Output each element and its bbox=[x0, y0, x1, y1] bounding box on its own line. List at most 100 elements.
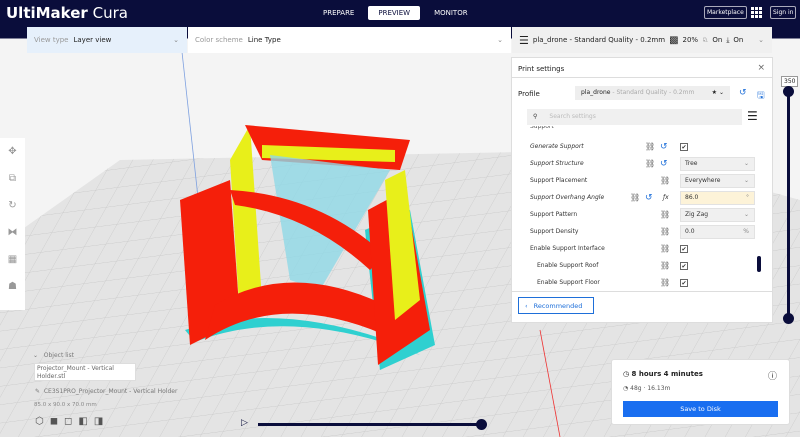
playback-handle[interactable] bbox=[476, 419, 487, 430]
category-header[interactable]: Support bbox=[530, 126, 554, 130]
per-model-settings-icon[interactable]: ▦ bbox=[0, 246, 25, 273]
setting-row: Support Structure ⛓ ↺ Tree ⌄ bbox=[530, 155, 755, 172]
mirror-icon[interactable]: ⧓ bbox=[0, 219, 25, 246]
setting-row: Generate Support ⛓ ↺ ✔ bbox=[530, 138, 755, 155]
top-view-icon[interactable]: ◻ bbox=[64, 416, 72, 427]
search-settings-input[interactable]: ⚲ Search settings bbox=[527, 109, 742, 125]
setting-row: Enable Support Roof ⛓ ✔ bbox=[530, 257, 755, 274]
setting-checkbox[interactable]: ✔ bbox=[680, 244, 688, 253]
left-view-icon[interactable]: ◧ bbox=[78, 416, 87, 427]
layer-slider-track[interactable] bbox=[787, 91, 790, 318]
app-header: UltiMaker Cura PREPARE PREVIEW MONITOR M… bbox=[0, 0, 800, 25]
info-icon[interactable]: ⓘ bbox=[768, 369, 777, 382]
profile-select[interactable]: pla_drone - Standard Quality - 0.2mm ★ ⌄ bbox=[575, 86, 730, 100]
chevron-down-icon: ⌄ bbox=[743, 160, 749, 167]
scale-icon[interactable]: ⧉ bbox=[0, 165, 25, 192]
settings-menu-icon[interactable]: ☰ bbox=[747, 109, 758, 123]
infill-icon: ▩ bbox=[669, 34, 679, 46]
setting-select[interactable]: Zig Zag ⌄ bbox=[680, 207, 755, 222]
link-icon[interactable]: ⛓ bbox=[660, 210, 670, 219]
search-icon: ⚲ bbox=[533, 113, 538, 120]
layer-slider-upper-handle[interactable] bbox=[783, 86, 794, 97]
setting-label: Support Overhang Angle bbox=[530, 194, 605, 201]
object-name[interactable]: ✎ CE3S1PRO_Projector_Mount - Vertical Ho… bbox=[35, 388, 177, 395]
tab-preview[interactable]: PREVIEW bbox=[368, 6, 421, 20]
save-to-disk-button[interactable]: Save to Disk bbox=[623, 401, 778, 417]
move-icon[interactable]: ✥ bbox=[0, 138, 25, 165]
setting-checkbox[interactable]: ✔ bbox=[680, 142, 688, 151]
apps-grid-icon[interactable] bbox=[751, 7, 762, 18]
setting-checkbox[interactable]: ✔ bbox=[680, 278, 688, 287]
setting-label: Generate Support bbox=[530, 143, 584, 150]
reset-profile-icon[interactable]: ↺ bbox=[739, 88, 747, 98]
tab-prepare[interactable]: PREPARE bbox=[313, 6, 364, 20]
marketplace-button[interactable]: Marketplace bbox=[704, 6, 747, 19]
setting-text[interactable]: 0.0% bbox=[680, 224, 755, 239]
link-icon[interactable]: ⛓ bbox=[660, 278, 670, 287]
profile-label: Profile bbox=[518, 90, 540, 98]
reset-icon[interactable]: ↺ bbox=[660, 159, 668, 169]
setting-label: Enable Support Interface bbox=[530, 245, 605, 252]
link-icon[interactable]: ⛓ bbox=[660, 176, 670, 185]
clock-icon: ◷ bbox=[623, 370, 630, 378]
setting-checkbox[interactable]: ✔ bbox=[680, 261, 688, 270]
print-settings-panel: Print settings × Profile pla_drone - Sta… bbox=[511, 57, 773, 323]
setting-row: Support Placement ⛓ Everywhere ⌄ bbox=[530, 172, 755, 189]
setting-label: Support Placement bbox=[530, 177, 588, 184]
link-icon[interactable]: ⛓ bbox=[645, 159, 655, 168]
material-usage: ◔ 48g · 16.13m bbox=[623, 385, 671, 392]
tab-monitor[interactable]: MONITOR bbox=[424, 6, 478, 20]
setting-select[interactable]: Tree ⌄ bbox=[680, 156, 755, 171]
front-view-icon[interactable]: ◼ bbox=[50, 416, 58, 427]
unit-label: % bbox=[743, 228, 749, 235]
link-icon[interactable]: ⛓ bbox=[645, 142, 655, 151]
reset-icon[interactable]: ↺ bbox=[660, 142, 668, 152]
support-blocker-icon[interactable]: ☗ bbox=[0, 273, 25, 300]
3d-view-icon[interactable]: ⬡ bbox=[35, 416, 44, 427]
print-setup-selector[interactable]: ☰ pla_drone - Standard Quality - 0.2mm ▩… bbox=[512, 27, 772, 53]
unit-label: ° bbox=[746, 194, 749, 201]
sign-in-button[interactable]: Sign in bbox=[770, 6, 797, 19]
function-icon[interactable]: ƒx bbox=[663, 194, 669, 201]
save-profile-icon[interactable]: 🖫 bbox=[757, 88, 765, 104]
print-time: ◷ 8 hours 4 minutes bbox=[623, 370, 703, 378]
edit-icon: ✎ bbox=[35, 388, 41, 395]
play-icon[interactable]: ▷ bbox=[241, 418, 248, 428]
setting-text[interactable]: 86.0 ° bbox=[680, 190, 755, 205]
spool-icon: ◔ bbox=[623, 385, 629, 392]
setting-label: Enable Support Roof bbox=[537, 262, 599, 269]
recommended-button[interactable]: ‹ Recommended bbox=[518, 297, 594, 314]
rotate-icon[interactable]: ↻ bbox=[0, 192, 25, 219]
support-icon: ♘ bbox=[702, 36, 709, 44]
color-scheme-select[interactable]: Color scheme Line Type ⌄ bbox=[188, 27, 511, 53]
link-icon[interactable]: ⛓ bbox=[660, 261, 670, 270]
left-toolbar: ✥ ⧉ ↻ ⧓ ▦ ☗ bbox=[0, 138, 25, 310]
app-logo: UltiMaker Cura bbox=[6, 4, 128, 22]
right-view-icon[interactable]: ◨ bbox=[94, 416, 103, 427]
setting-select[interactable]: Everywhere ⌄ bbox=[680, 173, 755, 188]
object-list-toggle[interactable]: ⌄ Object list bbox=[33, 352, 74, 359]
object-list-item[interactable]: Projector_Mount - Vertical Holder.stl bbox=[34, 363, 136, 381]
setting-label: Support Structure bbox=[530, 160, 584, 167]
link-icon[interactable]: ⛓ bbox=[660, 227, 670, 236]
layer-slider-lower-handle[interactable] bbox=[783, 313, 794, 324]
layer-playback-track[interactable] bbox=[258, 423, 483, 426]
chevron-down-icon: ⌄ bbox=[743, 211, 749, 218]
chevron-left-icon: ‹ bbox=[525, 301, 528, 310]
reset-icon[interactable]: ↺ bbox=[645, 193, 653, 203]
view-type-select[interactable]: View type Layer view ⌄ bbox=[27, 27, 187, 53]
chevron-down-icon: ⌄ bbox=[497, 36, 503, 44]
setting-row: Enable Support Floor ⛓ ✔ bbox=[530, 274, 755, 291]
setting-row: Support Density ⛓ 0.0% bbox=[530, 223, 755, 240]
link-icon[interactable]: ⛓ bbox=[630, 193, 640, 202]
adhesion-icon: ⤓ bbox=[726, 35, 730, 44]
chevron-down-icon: ⌄ bbox=[758, 36, 764, 44]
setting-row: Support Overhang Angle ⛓ ↺ ƒx 86.0 ° bbox=[530, 189, 755, 206]
chevron-down-icon: ⌄ bbox=[743, 177, 749, 184]
chevron-down-icon: ⌄ bbox=[173, 36, 179, 44]
favorite-star-icon: ★ ⌄ bbox=[711, 89, 724, 96]
settings-scrollbar[interactable] bbox=[757, 256, 761, 272]
settings-sliders-icon: ☰ bbox=[519, 33, 529, 47]
close-icon[interactable]: × bbox=[757, 63, 765, 73]
link-icon[interactable]: ⛓ bbox=[660, 244, 670, 253]
